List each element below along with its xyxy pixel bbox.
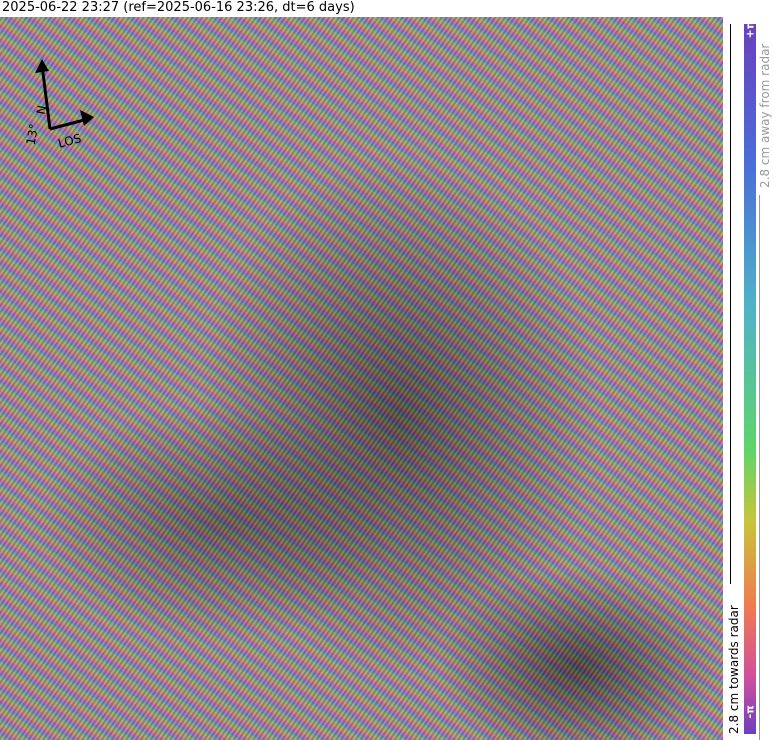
phase-colorbar <box>744 24 756 734</box>
away-from-radar-label: 2.8 cm away from radar <box>758 43 772 188</box>
los-label: LOS <box>57 131 83 151</box>
north-arrow-icon: N 13° LOS <box>24 59 94 151</box>
colorbar-bottom-label: -π <box>743 705 757 719</box>
interferogram-image: N 13° LOS <box>0 17 723 740</box>
colorbar-top-label: +π <box>743 20 757 39</box>
towards-bracket-line <box>730 24 731 584</box>
heading-angle-label: 13° <box>24 123 41 146</box>
image-title: 2025-06-22 23:27 (ref=2025-06-16 23:26, … <box>2 0 355 15</box>
hillshade-overlay <box>0 17 723 740</box>
away-bracket-line <box>759 195 760 740</box>
towards-radar-label: 2.8 cm towards radar <box>727 605 741 734</box>
